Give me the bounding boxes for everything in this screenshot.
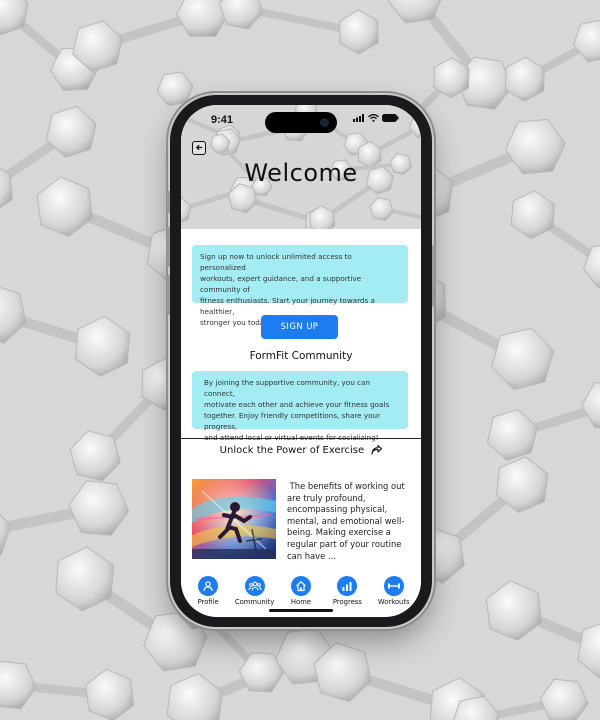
signup-info-line: Sign up now to unlock unlimited access t… <box>200 252 352 272</box>
status-icons <box>353 114 399 122</box>
tab-label: Workouts <box>377 598 410 606</box>
runner-artwork-image <box>192 479 276 559</box>
home-indicator <box>269 609 333 612</box>
bar-chart-icon <box>337 576 358 596</box>
wifi-icon <box>368 114 379 122</box>
community-info-line: motivate each other and achieve your fit… <box>204 400 390 409</box>
page-title: Welcome <box>244 159 358 187</box>
back-arrow-icon[interactable] <box>192 141 206 155</box>
group-icon <box>244 576 265 596</box>
status-bar: 9:41 <box>181 105 421 133</box>
dumbbell-icon <box>383 576 404 596</box>
community-info-line: By joining the supportive community, you… <box>204 378 370 398</box>
signup-info-line: workouts, expert guidance, and a support… <box>200 274 362 294</box>
article-line: mental, and emotional well- <box>287 515 405 526</box>
share-arrow-icon[interactable] <box>371 445 383 455</box>
article-title: Unlock the Power of Exercise <box>219 445 365 456</box>
article-line: are truly profound, <box>287 492 366 503</box>
tab-label: Community <box>234 598 275 606</box>
community-heading: FormFit Community <box>249 350 353 362</box>
article-heading-row[interactable]: Unlock the Power of Exercise <box>181 445 421 456</box>
sign-up-button[interactable]: SIGN UP <box>261 315 338 339</box>
home-icon <box>290 576 311 596</box>
battery-icon <box>382 114 399 122</box>
section-divider <box>181 438 421 439</box>
article-line: being. Making exercise a <box>287 527 391 538</box>
signal-icon <box>353 114 364 122</box>
tab-label: Home <box>290 598 311 606</box>
status-time: 9:41 <box>211 114 234 126</box>
community-info-line: together. Enjoy friendly competitions, s… <box>204 411 381 431</box>
signup-info-line: fitness enthusiasts. Start your journey … <box>200 296 375 316</box>
article-line: regular part of your routine <box>287 538 402 549</box>
article-line: can have ... <box>287 550 336 561</box>
signup-info-card: Sign up now to unlock unlimited access t… <box>192 245 408 327</box>
article-image[interactable] <box>192 479 276 559</box>
person-icon <box>198 576 219 596</box>
community-info-card: By joining the supportive community, you… <box>192 371 408 442</box>
tab-profile[interactable]: Profile <box>185 573 231 617</box>
phone-frame: 9:41 Welcome Sign up now to unlock unlim… <box>167 95 435 627</box>
dynamic-island <box>265 112 337 133</box>
article-line: The benefits of working out <box>287 481 405 491</box>
article-excerpt: The benefits of working out are truly pr… <box>287 481 411 562</box>
article-line: encompassing physical, <box>287 504 388 515</box>
tab-label: Progress <box>332 598 362 606</box>
app-screen: 9:41 Welcome Sign up now to unlock unlim… <box>181 105 421 617</box>
tab-workouts[interactable]: Workouts <box>371 573 417 617</box>
tab-label: Profile <box>197 598 219 606</box>
